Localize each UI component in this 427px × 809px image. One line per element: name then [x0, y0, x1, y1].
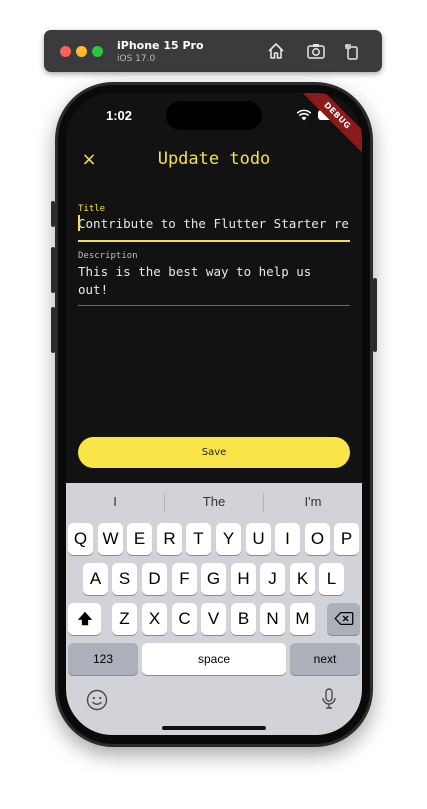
- key-l[interactable]: L: [319, 563, 344, 595]
- key-t[interactable]: T: [186, 523, 211, 555]
- simulator-toolbar: iPhone 15 Pro iOS 17.0: [44, 30, 382, 72]
- key-f[interactable]: F: [172, 563, 197, 595]
- key-e[interactable]: E: [127, 523, 152, 555]
- description-field-line-2[interactable]: out!: [78, 282, 350, 297]
- close-window-button[interactable]: [60, 46, 71, 57]
- key-a[interactable]: A: [83, 563, 108, 595]
- key-i[interactable]: I: [275, 523, 300, 555]
- title-field-input[interactable]: Contribute to the Flutter Starter re: [78, 216, 350, 231]
- suggestion-1[interactable]: I: [66, 494, 164, 509]
- key-g[interactable]: G: [201, 563, 226, 595]
- emoji-icon[interactable]: [86, 689, 108, 711]
- volume-down-button: [51, 307, 55, 353]
- space-key[interactable]: space: [142, 643, 286, 675]
- home-icon[interactable]: [266, 41, 286, 61]
- key-b[interactable]: B: [231, 603, 256, 635]
- zoom-window-button[interactable]: [92, 46, 103, 57]
- key-q[interactable]: Q: [68, 523, 93, 555]
- key-j[interactable]: J: [260, 563, 285, 595]
- key-n[interactable]: N: [260, 603, 285, 635]
- screenshot-icon[interactable]: [306, 41, 326, 61]
- shift-icon: [77, 611, 92, 626]
- keyboard: I The I'm Q W E R T Y U I O P A S D F G …: [66, 483, 362, 735]
- key-k[interactable]: K: [290, 563, 315, 595]
- key-m[interactable]: M: [290, 603, 315, 635]
- wifi-icon: [296, 109, 312, 121]
- device-name: iPhone 15 Pro: [117, 39, 204, 52]
- minimize-window-button[interactable]: [76, 46, 87, 57]
- next-key[interactable]: next: [290, 643, 360, 675]
- numbers-key[interactable]: 123: [68, 643, 138, 675]
- key-d[interactable]: D: [142, 563, 167, 595]
- page-title: Update todo: [157, 149, 271, 169]
- home-indicator: [162, 726, 266, 730]
- key-o[interactable]: O: [305, 523, 330, 555]
- status-time: 1:02: [106, 108, 133, 123]
- phone-screen: 1:02 DEBUG × Update todo Title Contribut…: [66, 93, 362, 735]
- delete-key[interactable]: [327, 603, 360, 635]
- key-u[interactable]: U: [246, 523, 271, 555]
- key-h[interactable]: H: [231, 563, 256, 595]
- key-y[interactable]: Y: [216, 523, 241, 555]
- description-field-line-1[interactable]: This is the best way to help us: [78, 264, 350, 279]
- description-field-underline: [78, 305, 350, 306]
- key-z[interactable]: Z: [112, 603, 137, 635]
- rotate-icon[interactable]: [342, 41, 362, 61]
- suggestion-bar: I The I'm: [66, 483, 362, 521]
- text-caret: [78, 215, 80, 231]
- key-v[interactable]: V: [201, 603, 226, 635]
- microphone-icon[interactable]: [320, 687, 338, 711]
- backspace-icon: [334, 612, 353, 625]
- title-field-underline: [78, 240, 350, 242]
- volume-up-button: [51, 247, 55, 293]
- title-field-label: Title: [78, 204, 106, 214]
- key-x[interactable]: X: [142, 603, 167, 635]
- suggestion-3[interactable]: I'm: [264, 494, 362, 509]
- description-field-label: Description: [78, 251, 138, 261]
- key-p[interactable]: P: [334, 523, 359, 555]
- action-button: [51, 201, 55, 227]
- power-button: [373, 278, 377, 352]
- suggestion-2[interactable]: The: [165, 494, 263, 509]
- os-version: iOS 17.0: [117, 54, 156, 64]
- key-r[interactable]: R: [157, 523, 182, 555]
- key-s[interactable]: S: [112, 563, 137, 595]
- key-w[interactable]: W: [98, 523, 123, 555]
- dynamic-island: [166, 101, 262, 130]
- save-button[interactable]: Save: [78, 437, 350, 468]
- shift-key[interactable]: [68, 603, 101, 635]
- key-c[interactable]: C: [172, 603, 197, 635]
